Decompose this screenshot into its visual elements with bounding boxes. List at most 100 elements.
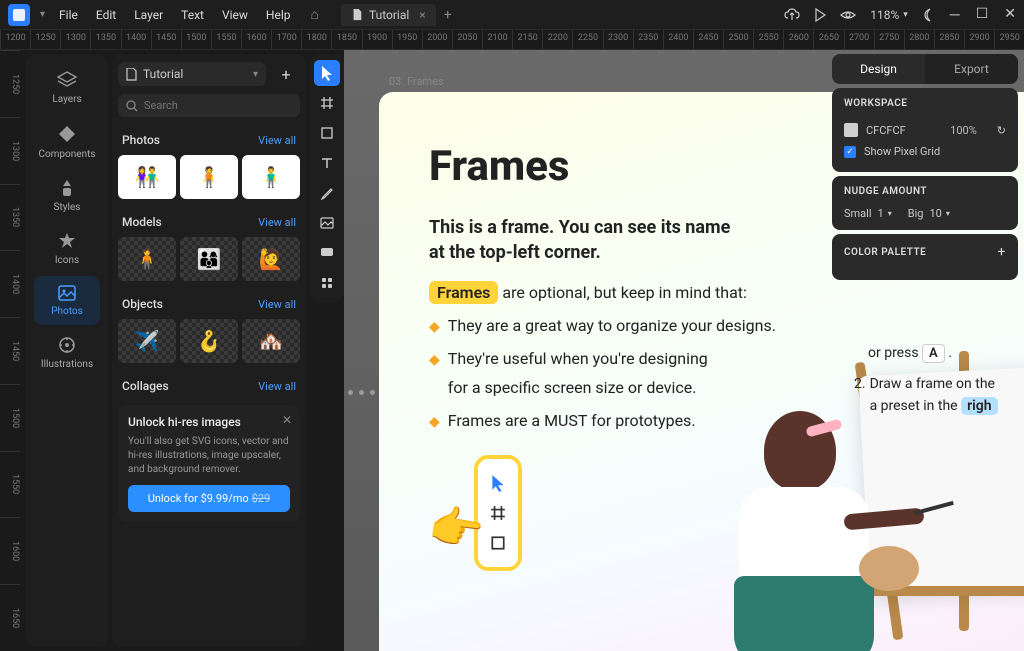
close-icon[interactable]: ✕ bbox=[282, 413, 292, 427]
search-field[interactable] bbox=[118, 94, 300, 117]
page-dots bbox=[348, 390, 375, 395]
document-icon bbox=[126, 68, 137, 81]
tool-component[interactable] bbox=[314, 270, 340, 296]
zoom-level[interactable]: 118% ▾ bbox=[870, 8, 908, 22]
tool-illustration: 👉 bbox=[429, 455, 522, 571]
play-icon[interactable] bbox=[814, 8, 826, 22]
section-nudge: NUDGE AMOUNT bbox=[844, 186, 1006, 197]
section-workspace: WORKSPACE bbox=[844, 98, 1006, 109]
nav-styles[interactable]: Styles bbox=[34, 170, 100, 221]
chevron-down-icon: ▾ bbox=[946, 209, 950, 218]
theme-toggle-icon[interactable] bbox=[922, 8, 936, 22]
chevron-down-icon[interactable]: ▾ bbox=[40, 9, 45, 20]
add-button[interactable]: + bbox=[272, 60, 300, 88]
menubar: ▾ File Edit Layer Text View Help ⌂ Tutor… bbox=[0, 0, 1024, 30]
pixel-grid-toggle[interactable]: ✓ Show Pixel Grid bbox=[844, 141, 1006, 162]
nudge-big[interactable]: Big 10 ▾ bbox=[908, 207, 950, 220]
properties-panel: Design Export WORKSPACE CFCFCF 100% ↻ ✓ … bbox=[826, 50, 1024, 284]
model-thumbnail[interactable]: 🙋 bbox=[242, 237, 300, 281]
section-title-collages: Collages bbox=[122, 379, 169, 393]
window-minimize-icon[interactable]: ─ bbox=[950, 6, 960, 23]
photo-thumbnail[interactable]: 👫 bbox=[118, 155, 176, 199]
color-swatch[interactable] bbox=[844, 123, 858, 137]
add-color-button[interactable]: + bbox=[998, 244, 1006, 260]
document-selector[interactable]: Tutorial ▾ bbox=[118, 62, 266, 86]
window-maximize-icon[interactable]: ☐ bbox=[976, 6, 989, 23]
tool-text[interactable] bbox=[314, 150, 340, 176]
object-thumbnail[interactable]: 🪝 bbox=[180, 319, 238, 363]
model-thumbnail[interactable]: 🧍 bbox=[118, 237, 176, 281]
photo-thumbnail[interactable]: 🧍‍♂️ bbox=[242, 155, 300, 199]
tool-frame[interactable] bbox=[314, 90, 340, 116]
view-all-link[interactable]: View all bbox=[258, 216, 296, 229]
upgrade-card: ✕ Unlock hi-res images You'll also get S… bbox=[118, 405, 300, 522]
section-title-photos: Photos bbox=[122, 133, 160, 147]
nav-photos[interactable]: Photos bbox=[34, 276, 100, 325]
menu-view[interactable]: View bbox=[214, 4, 256, 26]
object-thumbnail[interactable]: 🏘️ bbox=[242, 319, 300, 363]
artboard-label[interactable]: 03. Frames bbox=[389, 75, 444, 88]
tab-label: Tutorial bbox=[369, 8, 409, 22]
home-icon[interactable]: ⌂ bbox=[311, 6, 319, 23]
photo-thumbnail[interactable]: 🧍 bbox=[180, 155, 238, 199]
styles-icon bbox=[57, 178, 77, 198]
chevron-down-icon: ▾ bbox=[888, 209, 892, 218]
tool-strip bbox=[310, 54, 344, 302]
section-title-objects: Objects bbox=[122, 297, 163, 311]
tool-image[interactable] bbox=[314, 210, 340, 236]
document-tab[interactable]: Tutorial × bbox=[341, 4, 436, 26]
window-close-icon[interactable]: ✕ bbox=[1004, 6, 1016, 23]
components-icon bbox=[56, 123, 78, 145]
cloud-sync-icon[interactable] bbox=[784, 8, 800, 22]
layers-icon bbox=[56, 70, 78, 90]
nav-components[interactable]: Components bbox=[34, 115, 100, 168]
view-all-link[interactable]: View all bbox=[258, 380, 296, 393]
illustrations-icon bbox=[57, 335, 77, 355]
section-title-models: Models bbox=[122, 215, 162, 229]
chevron-down-icon: ▾ bbox=[903, 10, 908, 20]
menu-edit[interactable]: Edit bbox=[88, 4, 124, 26]
eye-icon[interactable] bbox=[840, 9, 856, 21]
upgrade-description: You'll also get SVG icons, vector and hi… bbox=[128, 435, 290, 477]
search-input[interactable] bbox=[144, 99, 292, 112]
upgrade-button[interactable]: Unlock for $9.99/mo$29 bbox=[128, 485, 290, 512]
nudge-small[interactable]: Small 1 ▾ bbox=[844, 207, 892, 220]
tab-close-icon[interactable]: × bbox=[419, 8, 425, 22]
tool-pen[interactable] bbox=[314, 180, 340, 206]
menu-help[interactable]: Help bbox=[258, 4, 299, 26]
opacity-value: 100% bbox=[950, 124, 977, 137]
assets-panel: Tutorial ▾ + Photos View all 👫 🧍 🧍‍♂️ Mo… bbox=[112, 54, 306, 647]
nav-layers[interactable]: Layers bbox=[34, 62, 100, 113]
app-logo-button[interactable] bbox=[8, 4, 30, 26]
nav-icons[interactable]: Icons bbox=[34, 223, 100, 274]
tab-export[interactable]: Export bbox=[925, 54, 1018, 84]
photos-icon bbox=[57, 284, 77, 302]
search-icon bbox=[126, 100, 138, 112]
nav-illustrations[interactable]: Illustrations bbox=[34, 327, 100, 378]
tool-shape[interactable] bbox=[314, 120, 340, 146]
document-icon bbox=[351, 9, 363, 21]
model-thumbnail[interactable]: 👨‍👩‍👦 bbox=[180, 237, 238, 281]
upgrade-title: Unlock hi-res images bbox=[128, 415, 290, 429]
view-all-link[interactable]: View all bbox=[258, 134, 296, 147]
menu-file[interactable]: File bbox=[51, 4, 86, 26]
tab-design[interactable]: Design bbox=[832, 54, 925, 84]
menu-layer[interactable]: Layer bbox=[126, 4, 171, 26]
view-all-link[interactable]: View all bbox=[258, 298, 296, 311]
workspace-bg-row[interactable]: CFCFCF 100% ↻ bbox=[844, 119, 1006, 141]
icons-icon bbox=[57, 231, 77, 251]
ruler-vertical[interactable]: 125013001350140014501500155016001650 bbox=[0, 50, 20, 651]
chevron-down-icon: ▾ bbox=[253, 69, 258, 80]
menu-text[interactable]: Text bbox=[173, 4, 212, 26]
tab-add-button[interactable]: + bbox=[444, 7, 452, 23]
tool-select[interactable] bbox=[314, 60, 340, 86]
tool-comment[interactable] bbox=[314, 240, 340, 266]
checkbox[interactable]: ✓ bbox=[844, 146, 856, 158]
section-color-palette: COLOR PALETTE + bbox=[844, 244, 1006, 260]
object-thumbnail[interactable]: ✈️ bbox=[118, 319, 176, 363]
refresh-icon[interactable]: ↻ bbox=[997, 124, 1006, 137]
sidebar-nav: Layers Components Styles Icons Photos Il… bbox=[26, 54, 108, 647]
instructions-step: or press A . 2. Draw a frame on the a pr… bbox=[854, 342, 1024, 418]
hex-value: CFCFCF bbox=[866, 124, 906, 137]
ruler-horizontal[interactable]: 1200125013001350140014501500155016001700… bbox=[0, 30, 1024, 50]
